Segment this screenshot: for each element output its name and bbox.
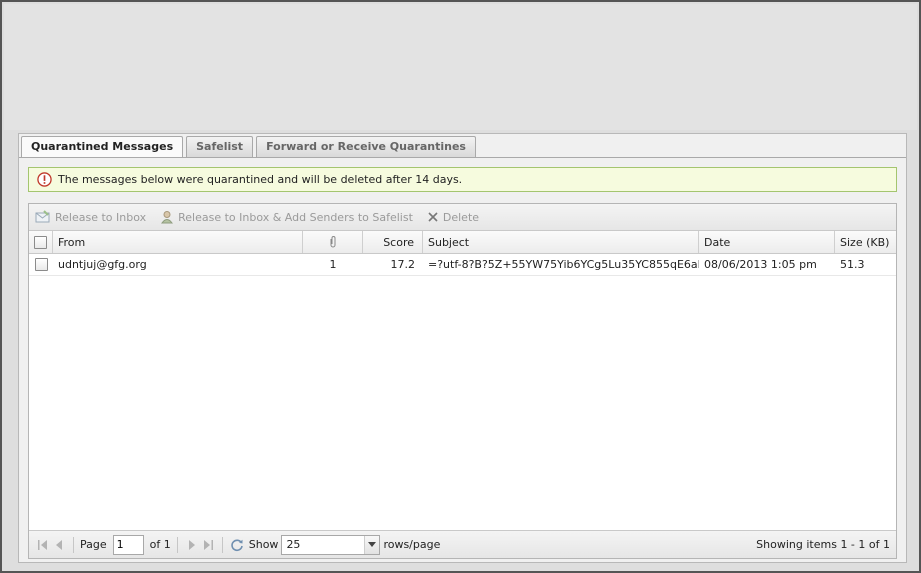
last-page-button[interactable]: [200, 537, 216, 553]
column-header-date[interactable]: Date: [699, 231, 835, 253]
row-attachments: 1: [329, 258, 337, 271]
row-from: udntjuj@gfg.org: [58, 258, 147, 271]
rows-per-page-suffix: rows/page: [383, 538, 441, 551]
delete-button[interactable]: Delete: [427, 211, 479, 224]
grid-header: From Score Subject Date Size (KB): [29, 231, 896, 254]
column-header-size[interactable]: Size (KB): [835, 231, 896, 253]
column-header-attachments[interactable]: [303, 231, 363, 253]
select-all-checkbox[interactable]: [34, 235, 47, 249]
row-date: 08/06/2013 1:05 pm: [704, 258, 817, 271]
row-score: 17.2: [390, 258, 416, 271]
rows-per-page-value: 25: [286, 538, 301, 551]
column-header-subject[interactable]: Subject: [423, 231, 699, 253]
row-size: 51.3: [840, 258, 865, 271]
show-label: Show: [248, 538, 279, 551]
tab-quarantined-messages[interactable]: Quarantined Messages: [21, 136, 184, 158]
page-label: Page: [80, 538, 107, 551]
prev-page-button[interactable]: [51, 537, 67, 553]
user-add-icon: [161, 211, 174, 224]
first-page-button[interactable]: [35, 537, 51, 553]
tab-divider: [19, 157, 906, 158]
pager-separator: [73, 536, 74, 553]
notice-text: The messages below were quarantined and …: [58, 173, 463, 186]
inbox-icon: [35, 210, 50, 223]
table-row[interactable]: udntjuj@gfg.org 1 17.2 =?utf-8?B?5Z+55YW…: [29, 254, 896, 276]
grid-toolbar: Release to Inbox Release to Inbox & Add …: [29, 204, 896, 231]
release-add-safelist-button[interactable]: Release to Inbox & Add Senders to Safeli…: [160, 210, 413, 224]
row-select-cell: [29, 254, 53, 275]
tab-bar: Quarantined Messages Safelist Forward or…: [21, 136, 476, 158]
quarantine-notice: The messages below were quarantined and …: [28, 167, 897, 192]
column-header-score[interactable]: Score: [363, 231, 423, 253]
last-page-icon: [203, 539, 213, 550]
row-checkbox[interactable]: [34, 258, 48, 271]
pager-separator: [176, 536, 178, 553]
tab-safelist[interactable]: Safelist: [186, 136, 254, 157]
first-page-icon: [38, 539, 47, 550]
pager-separator: [221, 536, 223, 553]
page-count-label: of 1: [149, 538, 171, 551]
page-number-input[interactable]: [112, 534, 144, 555]
quarantine-panel: Quarantined Messages Safelist Forward or…: [18, 133, 907, 563]
prev-page-icon: [56, 539, 62, 550]
paperclip-icon: [330, 236, 335, 248]
showing-items-text: Showing items 1 - 1 of 1: [756, 538, 890, 551]
release-to-inbox-button[interactable]: Release to Inbox: [35, 210, 146, 224]
select-all-cell: [29, 231, 53, 253]
refresh-icon: [231, 538, 243, 551]
header-area: [4, 4, 917, 130]
chevron-down-icon[interactable]: [364, 535, 380, 554]
tab-forward-receive-quarantines[interactable]: Forward or Receive Quarantines: [256, 136, 476, 157]
refresh-button[interactable]: [229, 537, 245, 553]
next-page-button[interactable]: [184, 537, 200, 553]
messages-grid: Release to Inbox Release to Inbox & Add …: [28, 203, 897, 559]
next-page-icon: [188, 539, 195, 550]
warning-icon: [37, 172, 52, 187]
row-subject: =?utf-8?B?5Z+55YW75Yib6YCg5Lu35YC855qE6a…: [428, 258, 699, 271]
window-frame: Quarantined Messages Safelist Forward or…: [0, 0, 921, 573]
pager-bar: Page of 1: [29, 530, 896, 558]
release-to-inbox-label: Release to Inbox: [55, 210, 147, 224]
column-header-from[interactable]: From: [53, 231, 303, 253]
release-add-safelist-label: Release to Inbox & Add Senders to Safeli…: [178, 210, 413, 224]
rows-per-page-select[interactable]: 25: [281, 534, 381, 555]
delete-icon: [428, 212, 438, 222]
delete-label: Delete: [442, 210, 480, 224]
